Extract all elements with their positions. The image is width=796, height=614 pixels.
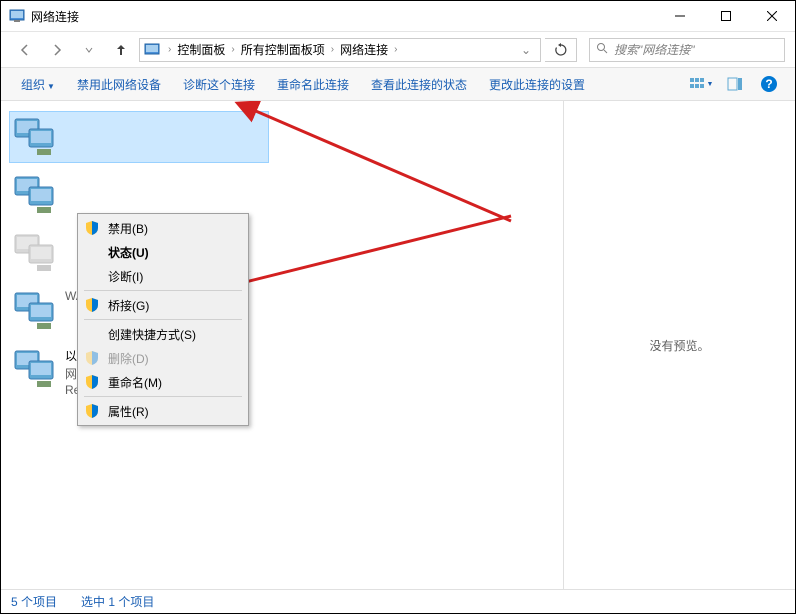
refresh-button[interactable] xyxy=(545,38,577,62)
forward-button[interactable] xyxy=(43,36,71,64)
diagnose-button[interactable]: 诊断这个连接 xyxy=(173,72,265,97)
menu-rename[interactable]: 重命名(M) xyxy=(80,370,246,394)
preview-pane-button[interactable] xyxy=(721,71,749,97)
breadcrumb-item[interactable]: 网络连接 xyxy=(338,41,390,58)
view-options-button[interactable]: ▼ xyxy=(687,71,715,97)
shield-icon xyxy=(84,403,100,419)
menu-separator xyxy=(84,396,242,397)
organize-button[interactable]: 组织▼ xyxy=(11,72,65,97)
chevron-right-icon[interactable]: › xyxy=(168,44,171,55)
toolbar: 组织▼ 禁用此网络设备 诊断这个连接 重命名此连接 查看此连接的状态 更改此连接… xyxy=(1,67,795,101)
breadcrumb-item[interactable]: 控制面板 xyxy=(175,41,227,58)
shield-icon xyxy=(84,374,100,390)
close-button[interactable] xyxy=(749,1,795,31)
menu-bridge[interactable]: 桥接(G) xyxy=(80,293,246,317)
recent-dropdown[interactable] xyxy=(75,36,103,64)
maximize-button[interactable] xyxy=(703,1,749,31)
network-adapter-icon xyxy=(11,171,59,219)
breadcrumb-item[interactable]: 所有控制面板项 xyxy=(239,41,327,58)
menu-disable[interactable]: 禁用(B) xyxy=(80,216,246,240)
titlebar: 网络连接 xyxy=(1,1,795,31)
minimize-button[interactable] xyxy=(657,1,703,31)
chevron-right-icon[interactable]: › xyxy=(331,44,334,55)
content-area: WAN Miniport (PPTP) 以太网 网络 4 Realtek PCI… xyxy=(1,101,795,589)
menu-status[interactable]: 状态(U) xyxy=(80,240,246,264)
disable-device-button[interactable]: 禁用此网络设备 xyxy=(67,72,171,97)
menu-separator xyxy=(84,319,242,320)
control-panel-icon xyxy=(144,42,160,58)
control-panel-icon xyxy=(9,8,25,24)
search-input[interactable]: 搜索"网络连接" xyxy=(589,38,785,62)
window-controls xyxy=(657,1,795,31)
up-button[interactable] xyxy=(107,36,135,64)
chevron-right-icon[interactable]: › xyxy=(394,44,397,55)
search-placeholder: 搜索"网络连接" xyxy=(614,41,695,58)
selected-count: 选中 1 个项目 xyxy=(81,593,154,610)
shield-icon xyxy=(84,220,100,236)
rename-button[interactable]: 重命名此连接 xyxy=(267,72,359,97)
menu-separator xyxy=(84,290,242,291)
menu-diagnose[interactable]: 诊断(I) xyxy=(80,264,246,288)
menu-delete: 删除(D) xyxy=(80,346,246,370)
help-button[interactable]: ? xyxy=(755,71,783,97)
change-settings-button[interactable]: 更改此连接的设置 xyxy=(479,72,595,97)
menu-shortcut[interactable]: 创建快捷方式(S) xyxy=(80,322,246,346)
navbar: › 控制面板 › 所有控制面板项 › 网络连接 › ⌄ 搜索"网络连接" xyxy=(1,31,795,67)
search-icon xyxy=(596,42,608,57)
network-adapter-icon xyxy=(11,113,59,161)
back-button[interactable] xyxy=(11,36,39,64)
connection-item[interactable] xyxy=(9,111,269,163)
statusbar: 5 个项目 选中 1 个项目 xyxy=(1,589,795,613)
context-menu: 禁用(B) 状态(U) 诊断(I) 桥接(G) 创建快捷方式(S) 删除(D) … xyxy=(77,213,249,426)
chevron-right-icon[interactable]: › xyxy=(231,44,234,55)
preview-pane: 没有预览。 xyxy=(563,101,795,589)
menu-properties[interactable]: 属性(R) xyxy=(80,399,246,423)
item-count: 5 个项目 xyxy=(11,593,57,610)
chevron-down-icon[interactable]: ⌄ xyxy=(516,43,536,57)
breadcrumb[interactable]: › 控制面板 › 所有控制面板项 › 网络连接 › ⌄ xyxy=(139,38,541,62)
network-adapter-disabled-icon xyxy=(11,229,59,277)
network-adapter-icon xyxy=(11,287,59,335)
shield-icon xyxy=(84,297,100,313)
window-title: 网络连接 xyxy=(31,8,657,25)
view-status-button[interactable]: 查看此连接的状态 xyxy=(361,72,477,97)
svg-text:?: ? xyxy=(765,77,772,91)
network-adapter-icon xyxy=(11,345,59,393)
no-preview-text: 没有预览。 xyxy=(649,337,709,354)
shield-icon xyxy=(84,350,100,366)
